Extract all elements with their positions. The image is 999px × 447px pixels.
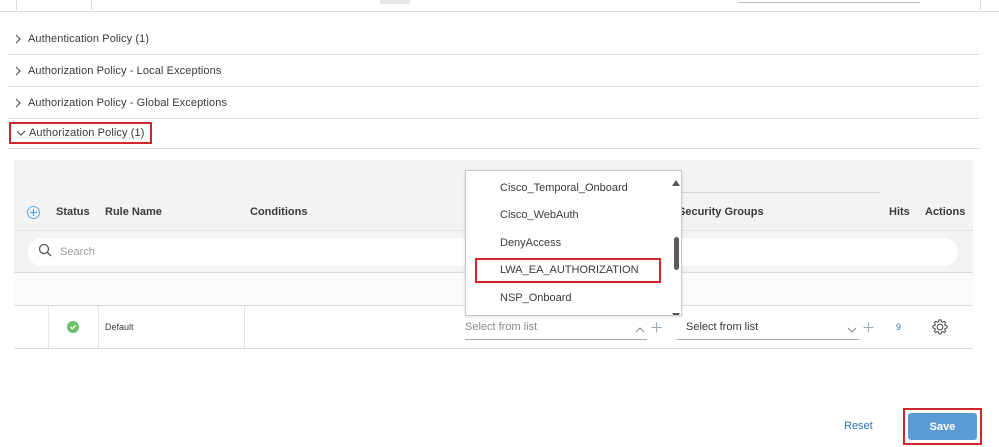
toolbar-divider bbox=[91, 0, 92, 10]
toolbar-chip[interactable] bbox=[380, 0, 410, 4]
chevron-right-icon bbox=[8, 34, 28, 44]
policy-label: Authentication Policy (1) bbox=[28, 32, 150, 45]
column-header-rule-name[interactable]: Rule Name bbox=[105, 206, 162, 218]
policy-row-authentication[interactable]: Authentication Policy (1) bbox=[8, 23, 980, 55]
chevron-down-icon[interactable] bbox=[847, 321, 857, 339]
chevron-right-icon bbox=[8, 98, 28, 108]
toolbar-divider bbox=[980, 0, 981, 10]
save-button[interactable]: Save bbox=[908, 413, 977, 440]
cell-divider bbox=[98, 306, 99, 348]
highlight-box: Authorization Policy (1) bbox=[9, 121, 152, 144]
dropdown-option[interactable]: Cisco_WebAuth bbox=[500, 209, 579, 221]
chevron-down-icon bbox=[13, 129, 29, 137]
security-groups-select[interactable]: Select from list bbox=[677, 315, 874, 340]
column-header-conditions[interactable]: Conditions bbox=[250, 206, 307, 218]
profiles-dropdown-list[interactable]: Cisco_Temporal_Onboard Cisco_WebAuth Den… bbox=[465, 170, 682, 316]
security-groups-select-value: Select from list bbox=[686, 321, 759, 333]
scrollbar-thumb[interactable] bbox=[674, 237, 679, 270]
chevron-right-icon bbox=[8, 66, 28, 76]
toolbar-divider bbox=[16, 0, 17, 10]
dropdown-option[interactable]: DenyAccess bbox=[500, 237, 561, 249]
top-toolbar-partial bbox=[0, 0, 999, 12]
check-circle-icon bbox=[67, 321, 79, 333]
policy-row-authorization[interactable]: Authorization Policy (1) bbox=[8, 117, 980, 149]
policy-label: Authorization Policy - Global Exceptions bbox=[28, 96, 228, 109]
column-header-security-groups[interactable]: Security Groups bbox=[678, 206, 764, 218]
highlight-box: Save bbox=[903, 408, 982, 445]
rule-name-cell[interactable]: Default bbox=[105, 322, 134, 332]
add-icon[interactable] bbox=[863, 320, 874, 338]
toolbar-field[interactable] bbox=[738, 0, 920, 3]
header-divider bbox=[680, 192, 880, 193]
gear-icon[interactable] bbox=[931, 318, 949, 341]
chevron-up-icon[interactable] bbox=[635, 321, 645, 339]
search-icon bbox=[38, 243, 52, 262]
search-placeholder: Search bbox=[60, 246, 95, 258]
dropdown-option[interactable]: NSP_Onboard bbox=[500, 292, 572, 304]
column-header-hits[interactable]: Hits bbox=[889, 206, 910, 218]
policy-label: Authorization Policy - Local Exceptions bbox=[28, 64, 222, 77]
scroll-down-arrow-icon[interactable] bbox=[672, 306, 680, 315]
hits-count[interactable]: 9 bbox=[896, 322, 901, 332]
scroll-up-arrow-icon[interactable] bbox=[672, 173, 680, 191]
profiles-select[interactable]: Select from list bbox=[465, 315, 662, 340]
dropdown-option[interactable]: Cisco_Temporal_Onboard bbox=[500, 182, 628, 194]
profiles-select-value: Select from list bbox=[465, 321, 538, 333]
add-circle-icon[interactable] bbox=[27, 206, 40, 219]
column-header-actions[interactable]: Actions bbox=[925, 206, 965, 218]
reset-button[interactable]: Reset bbox=[844, 420, 873, 432]
add-icon[interactable] bbox=[651, 320, 662, 338]
dropdown-option-selected[interactable]: LWA_EA_AUTHORIZATION bbox=[500, 264, 639, 276]
policy-row-authorization-local-exceptions[interactable]: Authorization Policy - Local Exceptions bbox=[8, 55, 980, 87]
policy-row-authorization-global-exceptions[interactable]: Authorization Policy - Global Exceptions bbox=[8, 87, 980, 119]
cell-divider bbox=[244, 306, 245, 348]
column-header-status[interactable]: Status bbox=[56, 206, 90, 218]
cell-divider bbox=[48, 306, 49, 348]
policy-label: Authorization Policy (1) bbox=[29, 126, 145, 139]
